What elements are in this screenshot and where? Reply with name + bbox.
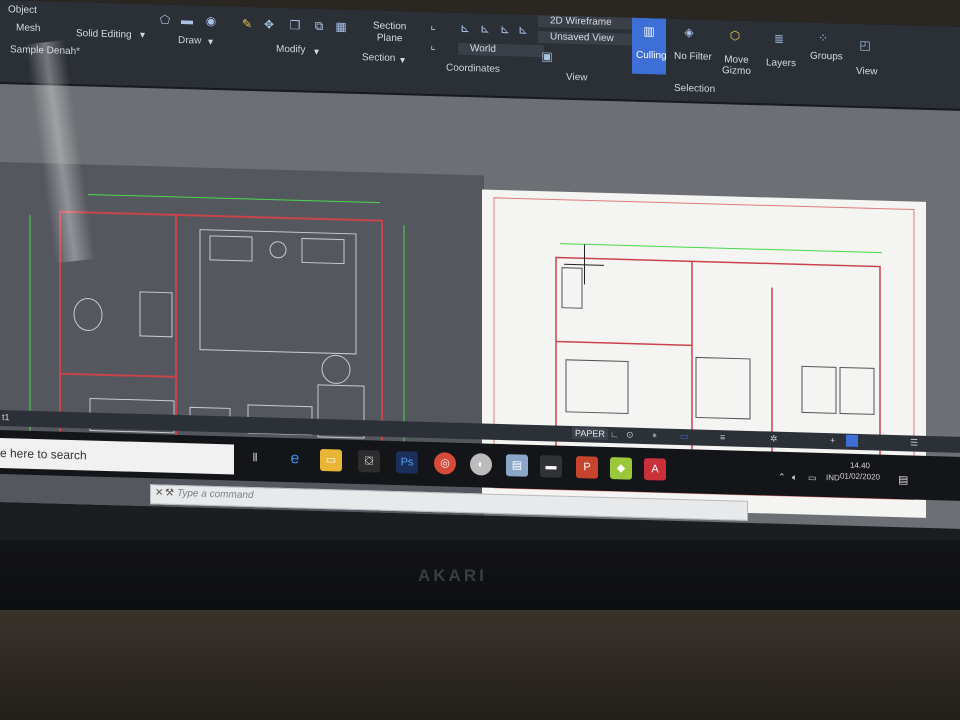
paper-dimension-top bbox=[560, 243, 882, 254]
app-icon[interactable]: ◐ bbox=[470, 453, 492, 476]
dimension-line-top bbox=[88, 193, 380, 204]
bathroom-wall bbox=[60, 372, 176, 378]
circle-icon[interactable]: ◉ bbox=[204, 14, 218, 28]
paper-twin-bed-2 bbox=[839, 366, 875, 415]
ucs-z-icon[interactable]: ⊾ bbox=[516, 22, 530, 36]
view-icon[interactable]: ◰ bbox=[858, 38, 872, 52]
clock-date: 01/02/2020 bbox=[839, 471, 880, 482]
notification-icon[interactable]: ▤ bbox=[898, 473, 908, 486]
culling-icon[interactable]: ▥ bbox=[642, 24, 656, 38]
polygon-icon[interactable]: ⬠ bbox=[158, 12, 172, 26]
panel-draw[interactable]: Draw bbox=[178, 35, 201, 47]
plus-icon[interactable]: + bbox=[830, 435, 835, 445]
ucs-named-icon[interactable]: ⌞ bbox=[426, 38, 440, 52]
paper-space-toggle[interactable]: PAPER bbox=[572, 426, 608, 440]
filter-icon[interactable]: ◈ bbox=[682, 25, 696, 39]
ucs-origin-icon[interactable]: ⊾ bbox=[458, 21, 472, 35]
polar-icon[interactable]: ⊙ bbox=[626, 429, 634, 440]
settings-icon[interactable]: ✲ bbox=[770, 434, 778, 445]
pencil-icon[interactable]: ✎ bbox=[240, 17, 254, 31]
ribbon-mesh-label[interactable]: Mesh bbox=[16, 22, 40, 34]
section-plane-button[interactable]: Section Plane bbox=[373, 20, 406, 45]
pillow-left bbox=[209, 235, 253, 262]
command-input[interactable]: Type a command bbox=[177, 488, 254, 501]
photoshop-icon[interactable]: Ps bbox=[396, 451, 418, 474]
rectangle-icon[interactable]: ▬ bbox=[180, 13, 194, 27]
ucs-icon[interactable]: ⌞ bbox=[426, 18, 440, 32]
menu-icon[interactable]: ☰ bbox=[910, 437, 918, 448]
edge-icon[interactable]: e bbox=[284, 448, 306, 471]
viewport-icon[interactable]: ▣ bbox=[540, 49, 554, 63]
ucs-y-icon[interactable]: ⊾ bbox=[498, 22, 512, 36]
groups-button[interactable]: Groups bbox=[810, 51, 843, 63]
wrench-icon[interactable]: ⚒ bbox=[165, 488, 174, 499]
chevron-down-icon[interactable]: ▾ bbox=[140, 30, 145, 41]
view-button[interactable]: View bbox=[856, 66, 878, 78]
taskbar-search[interactable]: e here to search bbox=[0, 438, 234, 475]
layers-icon[interactable]: ≣ bbox=[772, 32, 786, 46]
panel-view[interactable]: View bbox=[566, 72, 588, 84]
task-view-icon[interactable]: ⫴ bbox=[244, 447, 266, 470]
sink bbox=[139, 291, 173, 338]
panel-section[interactable]: Section bbox=[362, 52, 395, 64]
tray-chevron-icon[interactable]: ⌃ bbox=[778, 472, 786, 483]
chrome-icon[interactable]: ◎ bbox=[434, 452, 456, 475]
chevron-down-icon[interactable]: ▾ bbox=[400, 55, 405, 66]
gizmo-icon[interactable]: ⬡ bbox=[728, 28, 742, 42]
chevron-down-icon[interactable]: ▾ bbox=[208, 37, 213, 48]
panel-modify[interactable]: Modify bbox=[276, 44, 305, 56]
desk-surface bbox=[0, 610, 960, 720]
no-filter-button[interactable]: No Filter bbox=[674, 51, 712, 63]
world-dropdown[interactable]: World bbox=[458, 42, 544, 58]
dynamic-ucs-icon[interactable]: ▭ bbox=[680, 431, 689, 442]
bed-outline bbox=[199, 229, 357, 355]
app-icon-2[interactable]: ▤ bbox=[506, 454, 528, 477]
chevron-down-icon[interactable]: ▾ bbox=[314, 47, 319, 58]
paper-bed bbox=[565, 359, 629, 415]
app-icon-3[interactable]: ◆ bbox=[610, 457, 632, 480]
move-icon[interactable]: ✥ bbox=[262, 17, 276, 31]
paper-twin-bed-1 bbox=[801, 365, 837, 414]
layers-button[interactable]: Layers bbox=[766, 57, 796, 69]
store-icon[interactable]: ⛋ bbox=[358, 449, 380, 473]
powerpoint-icon[interactable]: P bbox=[576, 456, 598, 479]
chair bbox=[321, 354, 351, 384]
system-clock[interactable]: 14.40 01/02/2020 bbox=[840, 459, 880, 482]
paper-bathtub bbox=[561, 267, 583, 309]
layout-tab[interactable]: t1 bbox=[2, 412, 10, 422]
panel-coordinates[interactable]: Coordinates bbox=[446, 62, 500, 75]
monitor-brand-logo: AKARI bbox=[418, 566, 487, 585]
autocad-icon[interactable]: A bbox=[644, 457, 666, 481]
array-icon[interactable]: ▦ bbox=[334, 19, 348, 33]
paper-partition-3 bbox=[556, 340, 692, 347]
lamp-icon bbox=[269, 241, 287, 259]
mirror-icon[interactable]: ⧉ bbox=[312, 19, 326, 33]
ucs-x-icon[interactable]: ⊾ bbox=[478, 21, 492, 35]
ribbon-solid-editing-label[interactable]: Solid Editing bbox=[76, 28, 132, 41]
close-icon[interactable]: ✕ bbox=[155, 487, 163, 498]
paper-sofa bbox=[695, 356, 751, 420]
culling-button-label[interactable]: Culling bbox=[636, 50, 667, 62]
groups-icon[interactable]: ⁘ bbox=[816, 31, 830, 45]
panel-selection[interactable]: Selection bbox=[674, 83, 715, 95]
lineweight-icon[interactable]: ≡ bbox=[720, 432, 725, 442]
visual-style-dropdown[interactable]: 2D Wireframe bbox=[538, 15, 638, 30]
file-explorer-icon[interactable]: ▭ bbox=[320, 448, 342, 472]
isolate-icon[interactable] bbox=[846, 434, 858, 447]
copy-icon[interactable]: ❐ bbox=[288, 18, 302, 32]
language-indicator[interactable]: IND bbox=[826, 473, 840, 482]
network-icon[interactable]: ▭ bbox=[808, 473, 817, 484]
volume-icon[interactable]: 🔈︎ bbox=[792, 472, 797, 483]
toilet bbox=[73, 297, 103, 331]
saved-view-dropdown[interactable]: Unsaved View bbox=[538, 31, 638, 46]
ortho-icon[interactable]: ∟ bbox=[610, 429, 619, 439]
move-gizmo-button[interactable]: Move Gizmo bbox=[722, 54, 751, 77]
search-input[interactable]: e here to search bbox=[0, 446, 87, 462]
terminal-icon[interactable]: ▬ bbox=[540, 455, 562, 478]
ribbon-object-label[interactable]: Object bbox=[8, 4, 37, 16]
osnap-icon[interactable]: ⌖ bbox=[652, 430, 657, 441]
pillow-right bbox=[301, 237, 345, 265]
monitor-screen: Object Mesh Solid Editing ▾ ⬠ ▬ ◉ Draw ▾… bbox=[0, 0, 960, 587]
